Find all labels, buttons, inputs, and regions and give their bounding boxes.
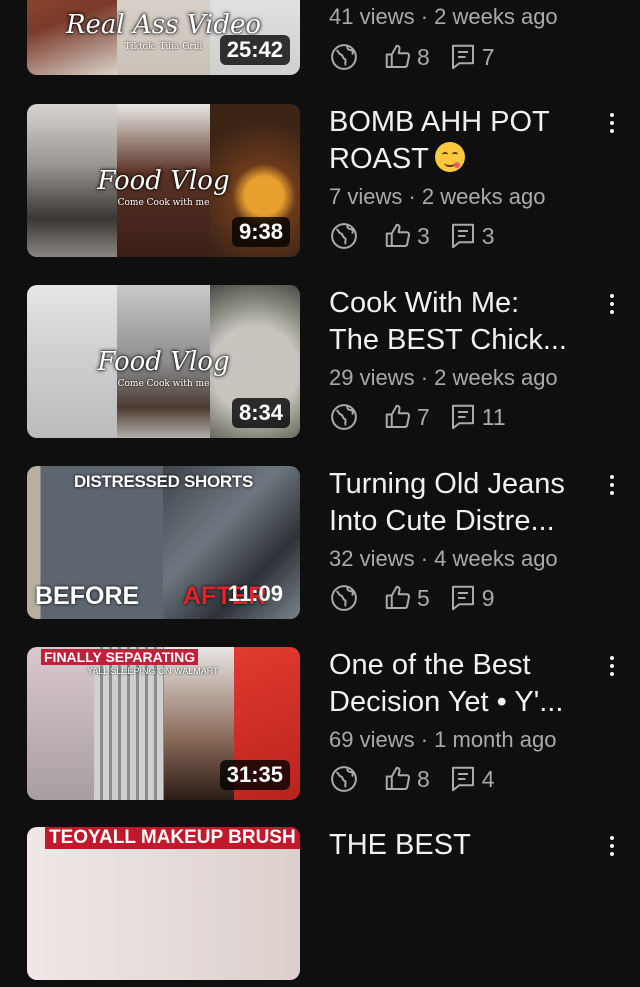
video-title-line: BOMB AHH POT: [329, 106, 550, 138]
more-vert-icon[interactable]: [601, 651, 623, 681]
thumbnail-overlay-title: DISTRESSED SHORTS: [73, 472, 254, 491]
video-thumbnail[interactable]: Food Vlog Come Cook with me 9:38: [27, 104, 300, 257]
thumbnail-overlay-title: TEOYALL MAKEUP BRUSH: [45, 827, 300, 849]
likes-count: 8: [417, 765, 430, 792]
video-stats: 8 4: [329, 763, 513, 795]
video-title[interactable]: BOMB AHH POT ROAST: [329, 104, 599, 178]
comments-count: 3: [481, 222, 495, 249]
thumbnail-overlay-subtitle: Come Cook with me: [117, 198, 210, 208]
more-vert-icon[interactable]: [601, 108, 623, 138]
globe-icon: [329, 42, 359, 72]
video-meta: 32 views · 4 weeks ago: [329, 546, 558, 571]
likes-count: 8: [417, 43, 430, 70]
video-meta: 29 views · 2 weeks ago: [329, 365, 558, 390]
video-title-line: THE BEST: [329, 829, 471, 861]
video-row[interactable]: Real Ass Video Tiktok: Tilia Grill 25:42…: [0, 0, 640, 82]
comment-icon[interactable]: [448, 402, 478, 432]
globe-icon: [329, 402, 359, 432]
video-duration: 9:38: [231, 217, 290, 247]
video-title-line: One of the Best: [329, 649, 531, 681]
video-stats: 3 3: [329, 220, 513, 252]
globe-icon: [329, 221, 359, 251]
video-thumbnail[interactable]: DISTRESSED SHORTS BEFORE AFTER 11:09: [27, 466, 300, 619]
thumbs-up-icon[interactable]: [383, 42, 413, 72]
video-meta: 7 views · 2 weeks ago: [329, 184, 546, 209]
thumbs-up-icon[interactable]: [383, 402, 413, 432]
video-title-line: ROAST: [329, 143, 429, 175]
video-stats: 8 7: [329, 41, 513, 73]
comment-icon[interactable]: [448, 764, 478, 794]
likes-count: 3: [417, 222, 430, 249]
thumbnail-overlay-before: BEFORE: [35, 582, 140, 610]
video-duration: 11:09: [227, 581, 283, 606]
globe-icon: [329, 583, 359, 613]
video-meta: 41 views · 2 weeks ago: [329, 4, 558, 29]
comments-count: 7: [481, 43, 495, 70]
comments-count: 9: [481, 584, 495, 611]
video-title-line: Into Cute Distre...: [329, 505, 555, 537]
video-title-line: Decision Yet • Y'...: [329, 686, 564, 718]
video-stats: 7 11: [329, 401, 524, 433]
more-vert-icon[interactable]: [601, 289, 623, 319]
more-vert-icon[interactable]: [601, 831, 623, 861]
video-row[interactable]: Food Vlog Come Cook with me 8:34 Cook Wi…: [0, 285, 640, 445]
comment-icon[interactable]: [448, 221, 478, 251]
video-title-line: Turning Old Jeans: [329, 468, 565, 500]
video-row[interactable]: Food Vlog Come Cook with me 9:38 BOMB AH…: [0, 104, 640, 264]
video-thumbnail[interactable]: Food Vlog Come Cook with me 8:34: [27, 285, 300, 438]
video-title-line: The BEST Chick...: [329, 324, 567, 356]
likes-count: 7: [417, 403, 430, 430]
video-thumbnail[interactable]: Real Ass Video Tiktok: Tilia Grill 25:42: [27, 0, 300, 75]
thumbnail-overlay-title: Food Vlog: [97, 347, 230, 377]
video-title-line: Cook With Me:: [329, 287, 520, 319]
video-stats: 5 9: [329, 582, 513, 614]
thumbs-up-icon[interactable]: [383, 583, 413, 613]
video-title[interactable]: Cook With Me: The BEST Chick...: [329, 285, 599, 359]
thumbnail-overlay-title: Food Vlog: [97, 166, 230, 196]
video-duration: 31:35: [219, 760, 290, 790]
video-duration: 25:42: [219, 35, 290, 65]
comments-count: 11: [481, 403, 506, 430]
video-duration: 8:34: [231, 398, 290, 428]
comment-icon[interactable]: [448, 583, 478, 613]
thumbnail-overlay-subtitle: YALL SLEEPING ON WALMART: [87, 666, 219, 676]
video-thumbnail[interactable]: TEOYALL MAKEUP BRUSH: [27, 827, 300, 980]
thumbnail-overlay-subtitle: Come Cook with me: [117, 379, 210, 389]
video-meta: 69 views · 1 month ago: [329, 727, 557, 752]
video-thumbnail[interactable]: FINALLY SEPARATING YALL SLEEPING ON WALM…: [27, 647, 300, 800]
video-row[interactable]: DISTRESSED SHORTS BEFORE AFTER 11:09 Tur…: [0, 466, 640, 626]
thumbs-up-icon[interactable]: [383, 221, 413, 251]
thumbs-up-icon[interactable]: [383, 764, 413, 794]
thumbnail-overlay-title: FINALLY SEPARATING: [41, 649, 199, 665]
video-row[interactable]: TEOYALL MAKEUP BRUSH THE BEST: [0, 827, 640, 987]
video-title[interactable]: One of the Best Decision Yet • Y'...: [329, 647, 599, 721]
more-vert-icon[interactable]: [601, 470, 623, 500]
likes-count: 5: [417, 584, 430, 611]
video-title[interactable]: Turning Old Jeans Into Cute Distre...: [329, 466, 599, 540]
video-row[interactable]: FINALLY SEPARATING YALL SLEEPING ON WALM…: [0, 647, 640, 807]
yum-face-emoji: [434, 142, 465, 172]
video-title[interactable]: THE BEST: [329, 827, 599, 864]
globe-icon: [329, 764, 359, 794]
comment-icon[interactable]: [448, 42, 478, 72]
comments-count: 4: [481, 765, 495, 792]
